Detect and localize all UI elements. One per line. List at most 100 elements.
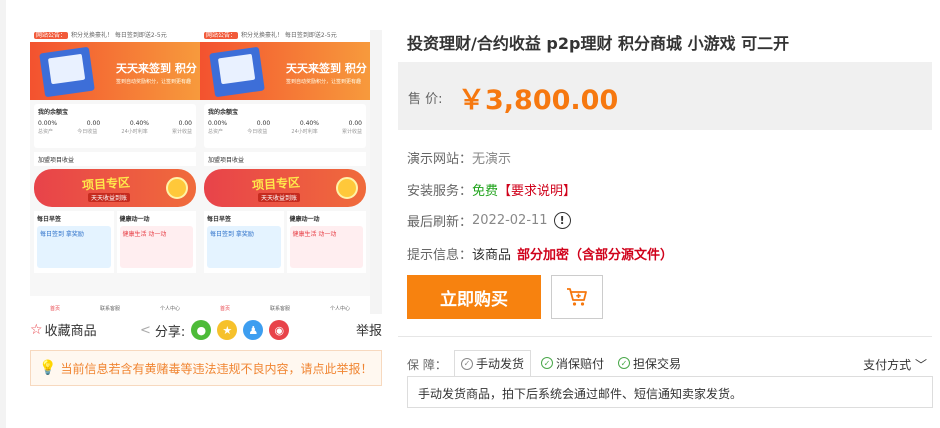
guarantee-label: 保 障： <box>407 358 447 372</box>
banner-illustration <box>39 46 95 98</box>
grid-col-title: 健康动一动 <box>289 216 320 223</box>
tabbar-item: 首页 <box>219 306 230 312</box>
stat-value: 0.40% <box>129 120 149 127</box>
stat-label: 总资产 <box>208 129 224 135</box>
stat-value: 0.40% <box>299 120 319 127</box>
tip-info-value: 该商品 <box>472 248 512 263</box>
weibo-icon[interactable]: ◉ <box>269 320 290 340</box>
balance-card-title: 我的余额宝 <box>38 109 69 116</box>
qq-icon[interactable]: ♟ <box>243 320 264 340</box>
notice-tag: 网站公告： <box>34 32 69 39</box>
report-link[interactable]: 举报 <box>356 320 382 339</box>
star-outline-icon: ☆ <box>30 321 43 338</box>
grid-tile: 每日签到 拿奖励 <box>37 226 111 268</box>
stat-label: 累计收益 <box>341 129 362 135</box>
exclamation-icon[interactable]: ! <box>553 212 571 229</box>
phone-tabbar: 首页 联系客服 个人中心 <box>200 296 370 314</box>
install-service-label: 安装服务： <box>407 184 473 199</box>
phone-notice: 网站公告： 积分兑换豪礼！ 每日签到即送2-5元 <box>30 30 200 42</box>
notice-text: 积分兑换豪礼！ 每日签到即送2-5元 <box>241 32 337 39</box>
banner-illustration <box>209 46 265 98</box>
tip-info-label: 提示信息： <box>407 248 473 263</box>
check-circle-icon: ✓ <box>541 357 553 369</box>
banner-subtitle: 签到自动奖励积分，让签到更有趣 <box>116 79 192 85</box>
grid-col-checkin: 每日早签 每日签到 拿奖励 <box>34 211 114 273</box>
coin-icon <box>166 177 188 199</box>
grid-col-title: 每日早签 <box>37 216 62 223</box>
phone-notice: 网站公告： 积分兑换豪礼！ 每日签到即送2-5元 <box>200 30 370 42</box>
coin-icon <box>336 177 358 199</box>
buy-now-button[interactable]: 立即购买 <box>407 275 541 319</box>
product-title: 投资理财/合约收益 p2p理财 积分商城 小游戏 可二开 <box>407 34 790 53</box>
stat-label: 24小时利率 <box>121 129 148 135</box>
phone-banner: 天天来签到 积分 签到自动奖励积分，让签到更有趣 <box>30 42 200 100</box>
stat-value: 0.00 <box>178 120 192 127</box>
demo-site-label: 演示网站： <box>407 152 473 167</box>
stat-value: 0.00 <box>86 120 101 127</box>
feature-grid: 每日早签 每日签到 拿奖励 健康动一动 健康生活 动一动 <box>34 211 196 273</box>
stat-label: 今日收益 <box>247 129 268 135</box>
report-notice-bar[interactable]: 💡 当前信息若含有黄赌毒等违法违规不良内容，请点此举报！ <box>30 350 382 386</box>
last-refresh-row: 最后刷新： 2022-02-11 ! <box>407 211 571 230</box>
notice-text: 积分兑换豪礼！ 每日签到即送2-5元 <box>71 32 167 39</box>
stat-value: 0.00 <box>256 120 271 127</box>
left-edge <box>0 0 6 428</box>
check-circle-icon: ✓ <box>461 357 473 370</box>
banner-subtitle: 签到自动奖励积分，让签到更有趣 <box>286 79 362 85</box>
favorite-button[interactable]: ☆ 收藏商品 <box>30 320 97 340</box>
add-to-cart-button[interactable] <box>551 275 603 319</box>
tab-manual-delivery[interactable]: ✓ 手动发货 <box>454 350 532 377</box>
tabbar-item: 联系客服 <box>269 306 290 312</box>
guarantee-bar: 保 障： ✓ 手动发货 ✓ 消保赔付 ✓ 担保交易 支付方式 ﹀ <box>407 350 933 377</box>
tabbar-item: 联系客服 <box>99 306 120 312</box>
tab-consumer-protection[interactable]: ✓ 消保赔付 <box>535 350 610 376</box>
install-service-row: 安装服务： 免费 【要求说明】 <box>407 180 576 199</box>
qzone-icon[interactable]: ★ <box>217 320 238 340</box>
phone-banner: 天天来签到 积分 签到自动奖励积分，让签到更有趣 <box>200 42 370 100</box>
notice-tag: 网站公告： <box>204 32 239 39</box>
banner-title: 天天来签到 积分 <box>116 62 197 75</box>
encryption-warning: 部分加密（含部分源文件） <box>517 248 674 263</box>
tab-label: 消保赔付 <box>556 356 605 371</box>
stat-value: 0.00 <box>348 120 362 127</box>
stat-value: 0.00% <box>208 120 228 127</box>
project-zone-banner: 项目专区 天天收益到账 <box>34 169 196 207</box>
grid-col-health: 健康动一动 健康生活 动一动 <box>286 211 366 273</box>
demo-site-value: 无演示 <box>472 152 512 167</box>
section-divider <box>398 336 932 337</box>
price-value: ￥3,800.00 <box>458 85 619 116</box>
feature-grid: 每日早签 每日签到 拿奖励 健康动一动 健康生活 动一动 <box>204 211 366 273</box>
product-gallery[interactable]: 网站公告： 积分兑换豪礼！ 每日签到即送2-5元 天天来签到 积分 签到自动奖励积… <box>30 30 382 314</box>
grid-col-checkin: 每日早签 每日签到 拿奖励 <box>204 211 284 273</box>
demo-site-row: 演示网站： 无演示 <box>407 148 511 167</box>
phone-tabbar: 首页 联系客服 个人中心 <box>30 296 200 314</box>
screenshot-phone-1: 网站公告： 积分兑换豪礼！ 每日签到即送2-5元 天天来签到 积分 签到自动奖励积… <box>30 30 200 314</box>
zone-subtitle: 天天收益到账 <box>258 193 301 202</box>
balance-card: 我的余额宝 0.00% 0.00 0.40% 0.00 总资产 今日收益 24小… <box>34 104 196 148</box>
tab-escrow-trade[interactable]: ✓ 担保交易 <box>612 350 687 376</box>
tabbar-item: 个人中心 <box>159 306 180 312</box>
project-income-line: 加盟项目收益 <box>34 152 196 166</box>
stat-value: 0.00% <box>38 120 58 127</box>
payment-method-dropdown[interactable]: 支付方式 ﹀ <box>863 356 927 373</box>
tabbar-item: 首页 <box>49 306 60 312</box>
project-zone-banner: 项目专区 天天收益到账 <box>204 169 366 207</box>
zone-subtitle: 天天收益到账 <box>88 193 131 202</box>
tab-label: 手动发货 <box>476 357 525 371</box>
tab-label: 担保交易 <box>633 356 682 371</box>
grid-col-title: 每日早签 <box>207 216 232 223</box>
share-label: 分享: <box>154 324 186 340</box>
install-requirements-link[interactable]: 【要求说明】 <box>498 180 576 199</box>
last-refresh-value: 2022-02-11 <box>472 213 548 228</box>
stat-label: 24小时利率 <box>291 129 318 135</box>
guarantee-content: 手动发货商品，拍下后系统会通过邮件、短信通知卖家发货。 <box>407 376 933 408</box>
grid-tile: 健康生活 动一动 <box>119 226 193 268</box>
tip-info-row: 提示信息： 该商品 部分加密（含部分源文件） <box>407 244 673 263</box>
grid-col-title: 健康动一动 <box>119 216 150 223</box>
tabbar-item: 个人中心 <box>329 306 350 312</box>
favorite-label: 收藏商品 <box>44 324 97 339</box>
balance-card-title: 我的余额宝 <box>208 109 239 116</box>
product-page: 网站公告： 积分兑换豪礼！ 每日签到即送2-5元 天天来签到 积分 签到自动奖励积… <box>0 0 940 428</box>
wechat-icon[interactable]: ● <box>191 320 212 340</box>
gallery-actions: ☆ 收藏商品 < 分享: ● ★ ♟ ◉ 举报 <box>30 320 382 340</box>
